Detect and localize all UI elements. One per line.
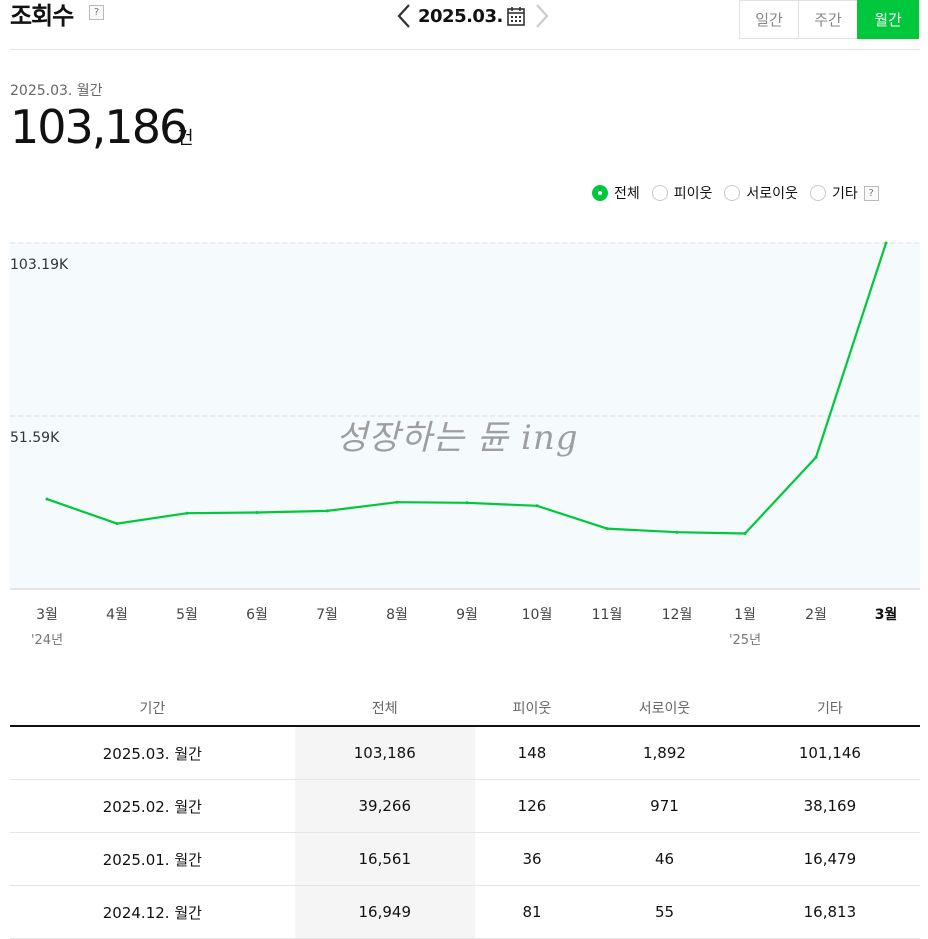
tab-weekly[interactable]: 주간 <box>798 0 857 39</box>
tab-monthly[interactable]: 월간 <box>857 0 919 39</box>
table-cell: 1,892 <box>589 726 740 780</box>
data-point <box>884 241 888 245</box>
column-header: 서로이웃 <box>589 690 740 727</box>
x-tick-label: 3월 <box>875 606 898 623</box>
table-cell: 55 <box>589 885 740 939</box>
x-year-label: '24년 <box>31 633 63 648</box>
help-icon[interactable]: ? <box>863 185 879 201</box>
table-cell: 46 <box>589 832 740 886</box>
filter-neighbor[interactable]: 피이웃 <box>651 183 713 203</box>
data-point <box>465 501 469 505</box>
table-cell: 2025.03. 월간 <box>10 726 295 780</box>
table-cell: 16,479 <box>739 832 920 886</box>
table-row: 2025.03. 월간 103,186 148 1,892 101,146 <box>10 726 920 780</box>
table-cell: 101,146 <box>739 726 920 780</box>
column-header: 피이웃 <box>474 690 590 727</box>
filter-mutual-label: 서로이웃 <box>746 186 798 202</box>
chevron-right-icon[interactable] <box>531 0 553 32</box>
radio-icon[interactable] <box>651 185 668 201</box>
summary-period: 2025.03. 월간 <box>10 83 103 99</box>
x-tick-label: 5월 <box>176 607 198 623</box>
data-point <box>814 455 818 459</box>
calendar-icon[interactable] <box>507 6 525 26</box>
x-tick-label: 7월 <box>316 607 338 623</box>
x-tick-label: 3월 <box>36 607 58 623</box>
x-tick-label: 11월 <box>592 607 623 623</box>
date-navigator: 2025.03. <box>393 0 553 32</box>
table-row: 2025.02. 월간 39,266 126 971 38,169 <box>10 779 920 833</box>
data-point <box>535 504 539 508</box>
filter-neighbor-label: 피이웃 <box>673 186 713 202</box>
x-tick-label: 9월 <box>456 607 478 623</box>
radio-selected-icon[interactable] <box>592 185 608 201</box>
data-point <box>255 511 259 514</box>
table-cell: 39,266 <box>294 779 475 833</box>
x-tick-label: 12월 <box>662 607 693 623</box>
table-cell: 16,813 <box>739 885 920 939</box>
filter-all[interactable]: 전체 <box>592 183 640 203</box>
table-cell: 2024.12. 월간 <box>10 885 295 939</box>
table-cell: 126 <box>474 779 590 833</box>
radio-icon[interactable] <box>724 185 741 201</box>
y-tick-label: 103.19K <box>10 257 69 273</box>
table-row: 2025.01. 월간 16,561 36 46 16,479 <box>10 832 920 886</box>
page-title: 조회수 <box>10 2 74 30</box>
filter-all-label: 전체 <box>614 186 640 202</box>
data-point <box>45 497 49 501</box>
column-header: 기타 <box>739 690 920 727</box>
series-filter: 전체 피이웃 서로이웃 기타 ? <box>592 183 879 203</box>
period-tabs: 일간 주간 월간 <box>739 0 919 39</box>
column-header: 기간 <box>10 690 295 727</box>
x-tick-label: 6월 <box>246 607 268 623</box>
chevron-left-icon[interactable] <box>393 0 415 32</box>
table-cell: 81 <box>474 885 590 939</box>
table-cell: 2025.01. 월간 <box>10 832 295 886</box>
watermark-text: 성장하는 듄 ing <box>336 418 579 458</box>
data-point <box>325 509 329 513</box>
data-point <box>605 527 609 531</box>
header-divider <box>10 49 920 50</box>
table-cell: 971 <box>589 779 740 833</box>
data-point <box>743 532 747 535</box>
table-cell: 148 <box>474 726 590 780</box>
data-point <box>675 530 679 534</box>
x-tick-label: 1월 <box>734 607 756 623</box>
filter-other-label: 기타 <box>831 186 858 202</box>
tab-daily[interactable]: 일간 <box>739 0 798 39</box>
y-tick-label: 51.59K <box>10 430 60 446</box>
table-row: 2024.12. 월간 16,949 81 55 16,813 <box>10 885 920 939</box>
filter-other[interactable]: 기타 <box>809 183 858 203</box>
table-cell: 16,949 <box>294 885 475 939</box>
filter-mutual[interactable]: 서로이웃 <box>724 183 798 203</box>
summary-unit: 건 <box>177 128 194 149</box>
x-tick-label: 2월 <box>805 607 827 623</box>
help-icon[interactable]: ? <box>89 5 104 20</box>
table-cell: 2025.02. 월간 <box>10 779 295 833</box>
x-tick-label: 8월 <box>386 607 408 623</box>
table-header-row: 기간 전체 피이웃 서로이웃 기타 <box>10 690 920 727</box>
summary-value: 103,186 <box>10 100 188 154</box>
table-cell: 36 <box>474 832 590 886</box>
data-point <box>185 511 189 515</box>
table-cell: 38,169 <box>739 779 920 833</box>
x-tick-label: 10월 <box>522 607 553 623</box>
x-year-label: '25년 <box>729 633 761 648</box>
radio-icon[interactable] <box>809 185 826 201</box>
table-cell: 103,186 <box>294 726 475 780</box>
x-tick-label: 4월 <box>106 607 128 623</box>
current-date: 2025.03. <box>418 5 503 27</box>
stats-table: 기간 전체 피이웃 서로이웃 기타 2025.03. 월간 103,186 14… <box>10 690 920 939</box>
data-point <box>115 522 119 526</box>
column-header: 전체 <box>294 690 475 727</box>
data-point <box>395 500 399 504</box>
table-cell: 16,561 <box>294 832 475 886</box>
